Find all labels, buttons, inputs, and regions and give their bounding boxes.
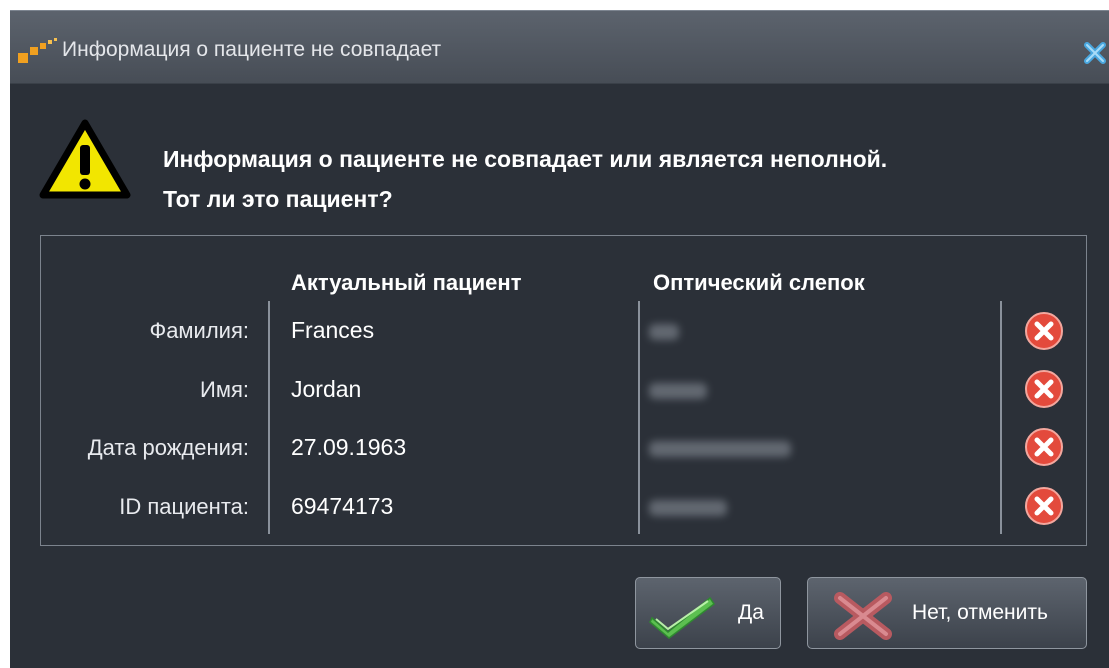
message-text: Информация о пациенте не совпадает или я…: [163, 139, 1093, 219]
warning-icon: [39, 119, 131, 199]
blurred-value: [649, 324, 679, 340]
patient-comparison-table: Актуальный пациент Оптический слепок Фам…: [40, 235, 1087, 546]
window-title: Информация о пациенте не совпадает: [62, 38, 442, 61]
row-label-first-name: Имя:: [200, 377, 249, 402]
row-value-patient-id: 69474173: [291, 493, 394, 519]
column-divider: [1000, 301, 1002, 534]
mismatch-error-icon: [1025, 370, 1063, 408]
row-value-surname: Frances: [291, 317, 375, 343]
blurred-value: [649, 383, 707, 399]
dialog-window: Информация о пациенте не совпадает Инфор…: [10, 10, 1109, 668]
message-line-2: Тот ли это пациент?: [163, 186, 393, 212]
app-logo-icon: [18, 38, 57, 63]
yes-button-label: Да: [738, 601, 764, 624]
blurred-value: [649, 500, 727, 516]
column-divider: [268, 301, 270, 534]
title-bar[interactable]: Информация о пациенте не совпадает: [10, 11, 1109, 84]
row-value-birth-date: 27.09.1963: [291, 434, 407, 460]
row-label-birth-date: Дата рождения:: [87, 435, 249, 460]
blurred-value: [649, 441, 791, 457]
message-line-1: Информация о пациенте не совпадает или я…: [163, 146, 888, 172]
header-current-patient: Актуальный пациент: [291, 270, 522, 295]
mismatch-error-icon: [1025, 312, 1063, 350]
row-label-patient-id: ID пациента:: [119, 494, 249, 519]
row-value-first-name: Jordan: [291, 376, 362, 402]
mismatch-error-icon: [1025, 428, 1063, 466]
cross-icon: [834, 592, 892, 640]
close-icon[interactable]: [1081, 39, 1109, 67]
row-label-surname: Фамилия:: [149, 318, 249, 343]
yes-button[interactable]: Да: [635, 577, 781, 649]
cancel-button-label: Нет, отменить: [912, 601, 1048, 624]
checkmark-icon: [649, 596, 716, 639]
cancel-button[interactable]: Нет, отменить: [807, 577, 1087, 649]
mismatch-error-icon: [1025, 487, 1063, 525]
header-optical-impression: Оптический слепок: [653, 270, 865, 295]
column-divider: [638, 301, 640, 534]
